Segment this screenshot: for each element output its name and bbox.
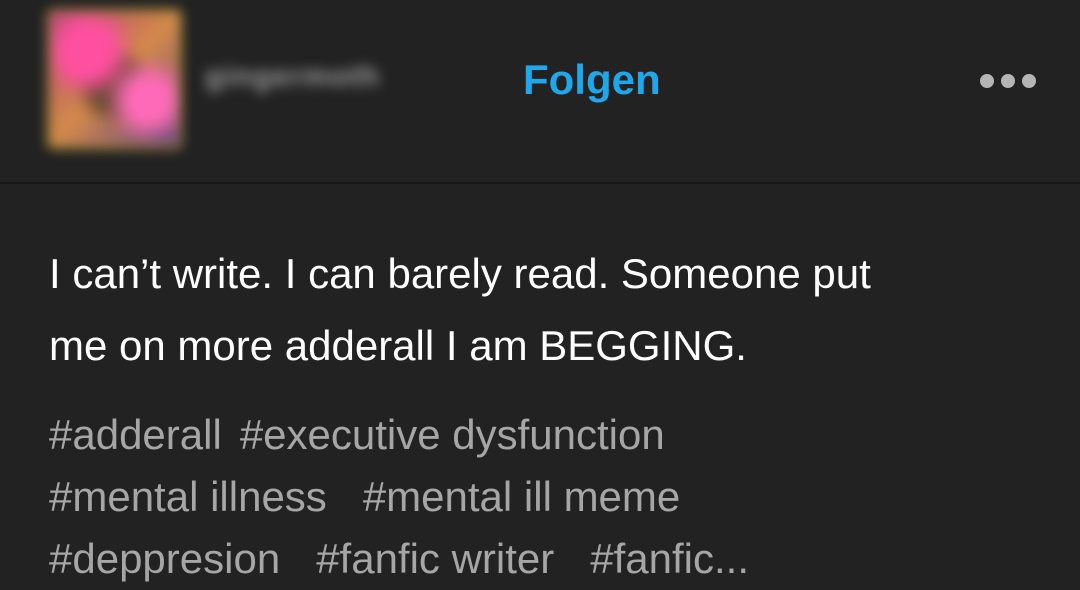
tag[interactable]: #executive dysfunction bbox=[240, 411, 665, 458]
post-header: gingermoth Folgen bbox=[0, 0, 1080, 184]
tag-row: #mental illness #mental ill meme bbox=[49, 466, 1059, 528]
more-dot bbox=[1001, 74, 1015, 88]
tag-row: #deppresion #fanfic writer #fanfic... bbox=[49, 528, 1059, 590]
tag[interactable]: #deppresion bbox=[49, 535, 280, 582]
post-body: I can’t write. I can barely read. Someon… bbox=[49, 238, 1049, 382]
username[interactable]: gingermoth bbox=[205, 60, 380, 100]
tag[interactable]: #fanfic... bbox=[590, 535, 749, 582]
post-text-line: I can’t write. I can barely read. Someon… bbox=[49, 250, 871, 297]
tag[interactable]: #fanfic writer bbox=[316, 535, 554, 582]
post-text-line: me on more adderall I am BEGGING. bbox=[49, 322, 747, 369]
follow-button[interactable]: Folgen bbox=[523, 56, 661, 104]
tag-row: #adderall #executive dysfunction bbox=[49, 404, 1059, 466]
tag[interactable]: #adderall bbox=[49, 411, 222, 458]
tag[interactable]: #mental ill meme bbox=[363, 473, 680, 520]
tag-list: #adderall #executive dysfunction #mental … bbox=[49, 404, 1059, 590]
more-dot bbox=[1022, 74, 1036, 88]
tag[interactable]: #mental illness bbox=[49, 473, 327, 520]
more-dot bbox=[980, 74, 994, 88]
avatar[interactable] bbox=[47, 9, 182, 149]
more-horizontal-icon[interactable] bbox=[980, 66, 1036, 96]
